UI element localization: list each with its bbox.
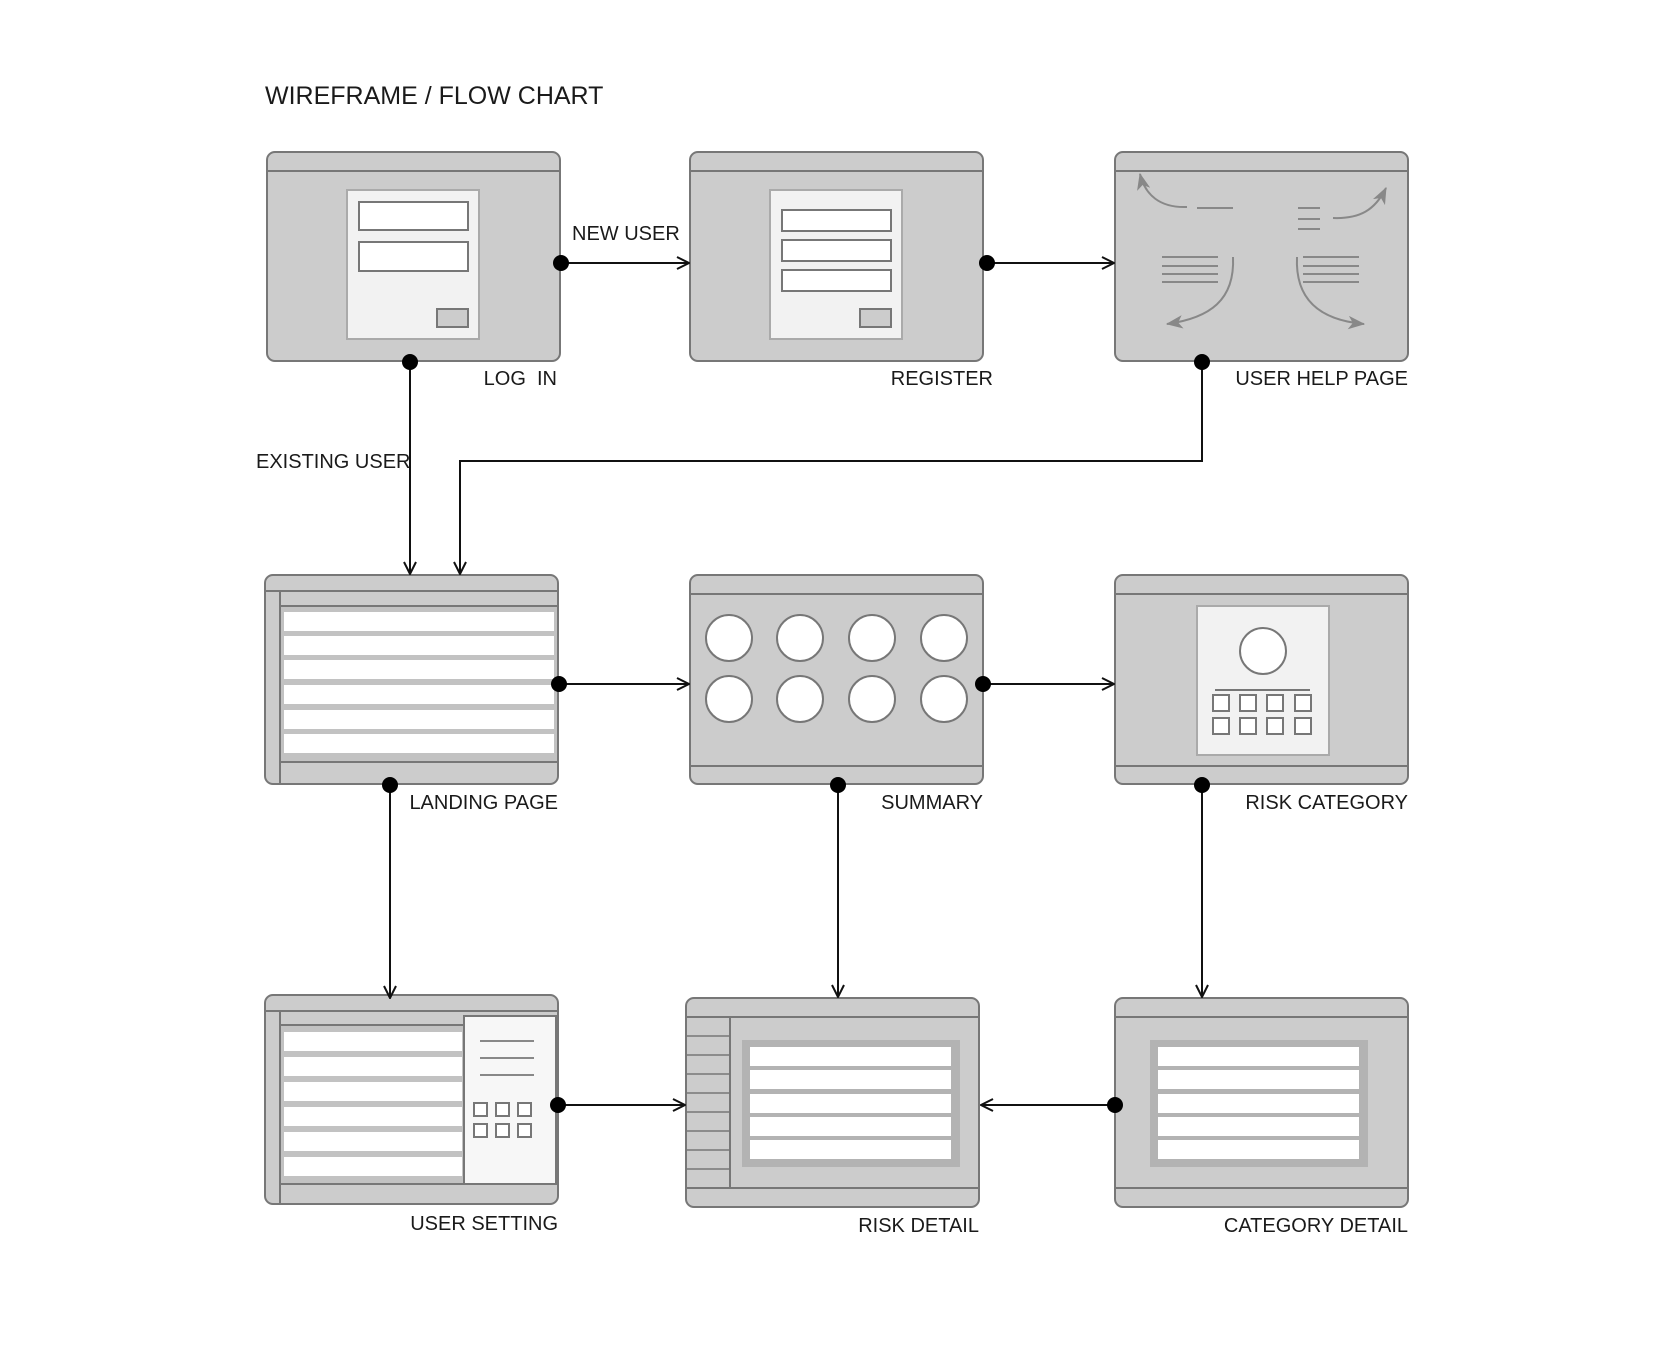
login-label: LOG IN — [484, 368, 557, 390]
register-submit-button — [859, 308, 892, 328]
register-label: REGISTER — [891, 368, 993, 390]
register-field-2 — [781, 239, 892, 262]
risk-category-avatar — [1239, 627, 1287, 675]
landing-label: LANDING PAGE — [409, 792, 558, 814]
category-detail-label: CATEGORY DETAIL — [1224, 1215, 1408, 1237]
risk-detail-label: RISK DETAIL — [858, 1215, 979, 1237]
login-screen[interactable] — [266, 151, 561, 362]
help-label: USER HELP PAGE — [1235, 368, 1408, 390]
flow-diagram: WIREFRAME / FLOW CHART LOG IN REGISTER U… — [256, 82, 1409, 1237]
login-password-field — [358, 241, 469, 272]
risk-category-screen[interactable] — [1114, 574, 1409, 785]
login-submit-button — [436, 308, 469, 328]
risk-detail-screen[interactable] — [685, 997, 980, 1208]
register-screen[interactable] — [689, 151, 984, 362]
risk-category-label: RISK CATEGORY — [1245, 792, 1408, 814]
summary-screen[interactable] — [689, 574, 984, 785]
new-user-flow-label: NEW USER — [572, 223, 680, 245]
connector-help-landing — [460, 362, 1203, 574]
diagram-title: WIREFRAME / FLOW CHART — [265, 82, 603, 110]
category-detail-screen[interactable] — [1114, 997, 1409, 1208]
summary-label: SUMMARY — [881, 792, 983, 814]
register-field-1 — [781, 209, 892, 232]
user-setting-label: USER SETTING — [410, 1213, 558, 1235]
register-field-3 — [781, 269, 892, 292]
help-screen[interactable] — [1114, 151, 1409, 362]
landing-screen[interactable] — [264, 574, 559, 785]
existing-user-flow-label: EXISTING USER — [256, 451, 410, 473]
login-username-field — [358, 201, 469, 231]
user-setting-screen[interactable] — [264, 994, 559, 1205]
